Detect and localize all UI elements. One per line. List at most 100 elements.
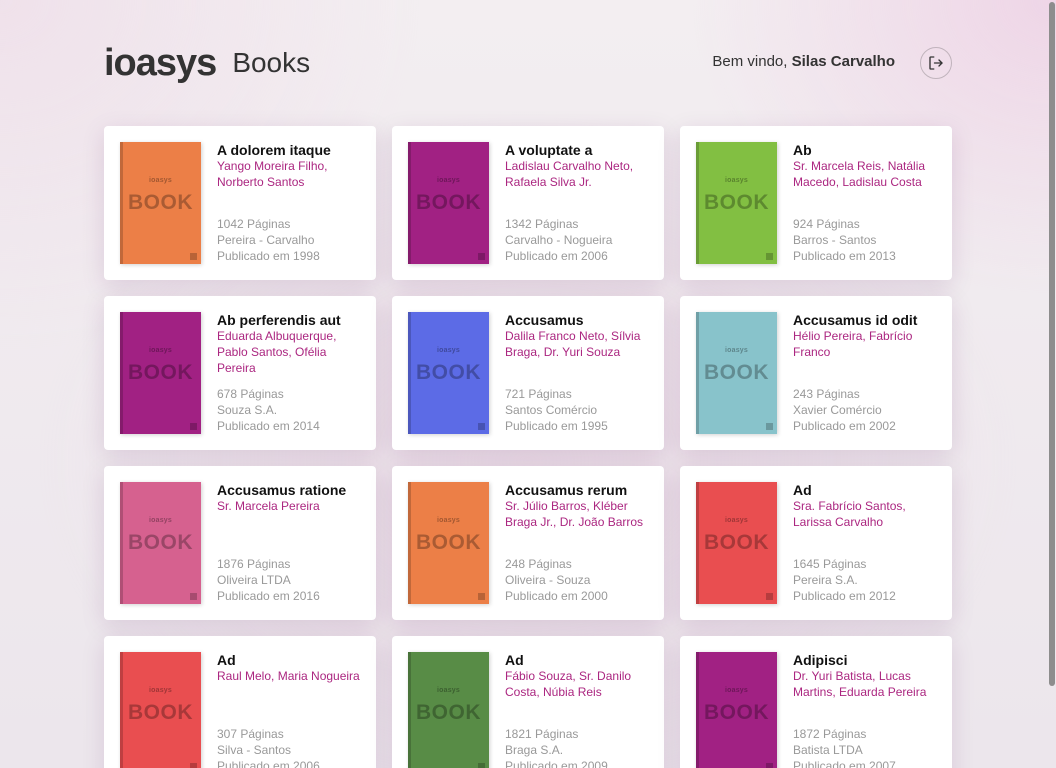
welcome-message: Bem vindo, Silas Carvalho <box>712 51 895 73</box>
book-pages: 243 Páginas <box>793 387 860 401</box>
book-authors: Dalila Franco Neto, Sílvia Braga, Dr. Yu… <box>505 329 641 359</box>
book-publisher: Santos Comércio <box>505 403 598 417</box>
book-published: Publicado em 2006 <box>217 759 320 768</box>
scrollbar-thumb[interactable] <box>1049 2 1055 686</box>
book-pages: 1645 Páginas <box>793 557 867 571</box>
book-cover: ioasys BOOK <box>120 312 201 434</box>
book-cover: ioasys BOOK <box>408 312 489 434</box>
book-info: Accusamus rerum Sr. Júlio Barros, Kléber… <box>505 482 653 604</box>
book-authors: Ladislau Carvalho Neto, Rafaela Silva Jr… <box>505 159 634 189</box>
book-meta: 721 Páginas Santos Comércio Publicado em… <box>505 386 608 434</box>
book-publisher: Pereira S.A. <box>793 573 858 587</box>
book-info: Ad Fábio Souza, Sr. Danilo Costa, Núbia … <box>505 652 653 768</box>
book-cover: ioasys BOOK <box>408 142 489 264</box>
cover-brand: ioasys <box>437 347 460 354</box>
book-card[interactable]: ioasys BOOK Ad Sra. Fabrício Santos, Lar… <box>680 466 952 620</box>
book-card[interactable]: ioasys BOOK Adipisci Dr. Yuri Batista, L… <box>680 636 952 768</box>
book-title: A dolorem itaque <box>217 142 331 158</box>
book-grid: ioasys BOOK A dolorem itaque Yango Morei… <box>104 126 952 768</box>
book-cover: ioasys BOOK <box>696 652 777 768</box>
book-card[interactable]: ioasys BOOK Ad Raul Melo, Maria Nogueira… <box>104 636 376 768</box>
book-card[interactable]: ioasys BOOK A voluptate a Ladislau Carva… <box>392 126 664 280</box>
cover-label: BOOK <box>704 191 769 214</box>
book-publisher: Braga S.A. <box>505 743 564 757</box>
book-pages: 924 Páginas <box>793 217 860 231</box>
book-cover: ioasys BOOK <box>696 482 777 604</box>
cover-mark-icon <box>190 763 197 768</box>
book-authors: Sra. Fabrício Santos, Larissa Carvalho <box>793 499 906 529</box>
book-publisher: Xavier Comércio <box>793 403 882 417</box>
cover-brand: ioasys <box>149 347 172 354</box>
book-publisher: Batista LTDA <box>793 743 863 757</box>
book-cover: ioasys BOOK <box>696 142 777 264</box>
book-meta: 678 Páginas Souza S.A. Publicado em 2014 <box>217 386 320 434</box>
cover-label: BOOK <box>416 531 481 554</box>
book-title: Adipisci <box>793 652 848 668</box>
book-pages: 1342 Páginas <box>505 217 579 231</box>
book-card[interactable]: ioasys BOOK Ab Sr. Marcela Reis, Natália… <box>680 126 952 280</box>
book-pages: 1042 Páginas <box>217 217 291 231</box>
logout-button[interactable] <box>920 47 952 79</box>
cover-mark-icon <box>478 763 485 768</box>
book-authors: Dr. Yuri Batista, Lucas Martins, Eduarda… <box>793 669 927 699</box>
book-card[interactable]: ioasys BOOK Accusamus ratione Sr. Marcel… <box>104 466 376 620</box>
book-card[interactable]: ioasys BOOK Accusamus id odit Hélio Pere… <box>680 296 952 450</box>
page-header: ioasys Books Bem vindo, Silas Carvalho <box>104 40 952 86</box>
book-info: Accusamus Dalila Franco Neto, Sílvia Bra… <box>505 312 653 434</box>
book-publisher: Silva - Santos <box>217 743 292 757</box>
book-authors: Sr. Júlio Barros, Kléber Braga Jr., Dr. … <box>505 499 644 529</box>
book-pages: 1821 Páginas <box>505 727 579 741</box>
book-published: Publicado em 2016 <box>217 589 320 603</box>
book-published: Publicado em 1995 <box>505 419 608 433</box>
cover-brand: ioasys <box>149 517 172 524</box>
logout-icon <box>929 56 943 70</box>
book-cover: ioasys BOOK <box>120 482 201 604</box>
book-publisher: Oliveira - Souza <box>505 573 591 587</box>
book-cover: ioasys BOOK <box>408 482 489 604</box>
book-published: Publicado em 2014 <box>217 419 320 433</box>
book-authors: Sr. Marcela Pereira <box>217 499 320 513</box>
book-published: Publicado em 2002 <box>793 419 896 433</box>
book-card[interactable]: ioasys BOOK Accusamus Dalila Franco Neto… <box>392 296 664 450</box>
cover-label: BOOK <box>704 701 769 724</box>
book-meta: 1042 Páginas Pereira - Carvalho Publicad… <box>217 216 320 264</box>
book-pages: 721 Páginas <box>505 387 572 401</box>
cover-label: BOOK <box>704 531 769 554</box>
book-cover: ioasys BOOK <box>120 652 201 768</box>
cover-label: BOOK <box>416 191 481 214</box>
book-publisher: Carvalho - Nogueira <box>505 233 613 247</box>
book-pages: 678 Páginas <box>217 387 284 401</box>
book-authors: Hélio Pereira, Fabrício Franco <box>793 329 913 359</box>
book-meta: 307 Páginas Silva - Santos Publicado em … <box>217 726 320 768</box>
book-title: Ab <box>793 142 812 158</box>
cover-label: BOOK <box>704 361 769 384</box>
user-name: Silas Carvalho <box>791 53 895 70</box>
book-published: Publicado em 2007 <box>793 759 896 768</box>
book-title: Accusamus rerum <box>505 482 628 498</box>
cover-mark-icon <box>478 253 485 260</box>
book-card[interactable]: ioasys BOOK Ab perferendis aut Eduarda A… <box>104 296 376 450</box>
book-authors: Yango Moreira Filho, Norberto Santos <box>217 159 328 189</box>
book-card[interactable]: ioasys BOOK A dolorem itaque Yango Morei… <box>104 126 376 280</box>
cover-mark-icon <box>766 763 773 768</box>
book-pages: 1872 Páginas <box>793 727 867 741</box>
book-authors: Eduarda Albuquerque, Pablo Santos, Oféli… <box>217 329 337 375</box>
cover-label: BOOK <box>128 191 193 214</box>
book-published: Publicado em 2013 <box>793 249 896 263</box>
book-info: Adipisci Dr. Yuri Batista, Lucas Martins… <box>793 652 941 768</box>
cover-brand: ioasys <box>725 517 748 524</box>
page-scrollbar[interactable] <box>1047 0 1055 768</box>
book-info: Ad Raul Melo, Maria Nogueira 307 Páginas… <box>217 652 365 768</box>
cover-label: BOOK <box>416 701 481 724</box>
book-meta: 248 Páginas Oliveira - Souza Publicado e… <box>505 556 608 604</box>
book-meta: 243 Páginas Xavier Comércio Publicado em… <box>793 386 896 434</box>
book-title: Ad <box>505 652 524 668</box>
book-info: Ab perferendis aut Eduarda Albuquerque, … <box>217 312 365 434</box>
welcome-prefix: Bem vindo, <box>712 53 788 70</box>
cover-brand: ioasys <box>149 177 172 184</box>
book-meta: 1342 Páginas Carvalho - Nogueira Publica… <box>505 216 612 264</box>
book-title: Ad <box>217 652 236 668</box>
book-card[interactable]: ioasys BOOK Accusamus rerum Sr. Júlio Ba… <box>392 466 664 620</box>
book-info: A voluptate a Ladislau Carvalho Neto, Ra… <box>505 142 653 264</box>
book-card[interactable]: ioasys BOOK Ad Fábio Souza, Sr. Danilo C… <box>392 636 664 768</box>
